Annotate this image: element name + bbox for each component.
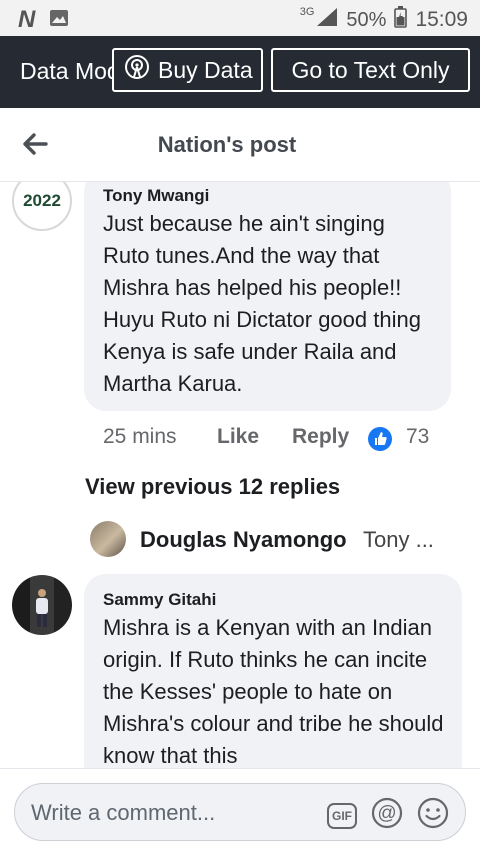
signal-icon <box>316 7 338 33</box>
like-button[interactable]: Like <box>217 425 259 449</box>
comment-text: Mishra is a Kenyan with an Indian origin… <box>103 615 444 768</box>
view-previous-replies-link[interactable]: View previous 12 replies <box>85 474 340 500</box>
battery-icon <box>394 6 408 34</box>
image-notification-icon <box>49 9 69 32</box>
reply-author[interactable]: Douglas Nyamongo <box>140 527 347 553</box>
buy-data-label: Buy Data <box>158 56 253 83</box>
broadcast-icon <box>124 54 158 86</box>
data-mode-bar: Data Mode Buy Data Go to Text Only <box>0 36 480 108</box>
avatar[interactable] <box>90 521 126 557</box>
clock: 15:09 <box>415 8 468 31</box>
comment-placeholder: Write a comment... <box>31 800 216 825</box>
comment-composer: Write a comment... GIF @ <box>0 768 480 855</box>
reply-snippet: Tony ... <box>363 527 434 552</box>
avatar[interactable]: 2022 <box>12 182 72 231</box>
comment-author[interactable]: Tony Mwangi <box>103 186 209 206</box>
thumbs-up-icon <box>368 427 392 451</box>
comment-author[interactable]: Sammy Gitahi <box>103 590 216 610</box>
network-type: 3G <box>299 6 315 18</box>
post-header: Nation's post <box>0 108 480 182</box>
text-only-button[interactable]: Go to Text Only <box>271 48 470 92</box>
reply-button[interactable]: Reply <box>292 425 349 449</box>
comment-time: 25 mins <box>103 425 177 448</box>
comment-bubble[interactable]: Tony Mwangi Just because he ain't singin… <box>84 182 451 411</box>
reply-preview[interactable]: Douglas Nyamongo Tony ... <box>90 521 470 559</box>
reaction-count[interactable]: 73 <box>406 425 429 449</box>
gif-icon[interactable]: GIF <box>327 802 357 829</box>
battery-percent: 50% <box>346 8 387 31</box>
status-bar: N 3G 50% 15:09 <box>0 0 480 36</box>
avatar[interactable] <box>12 575 72 635</box>
comment-input[interactable]: Write a comment... GIF @ <box>14 783 466 841</box>
text-only-label: Go to Text Only <box>291 56 450 83</box>
buy-data-button[interactable]: Buy Data <box>112 48 263 92</box>
page-title: Nation's post <box>157 132 297 157</box>
data-mode-label: Data Mode <box>20 58 112 84</box>
comments-feed[interactable]: 2022 Tony Mwangi Just because he ain't s… <box>0 182 480 768</box>
svg-text:@: @ <box>377 803 396 824</box>
mention-icon[interactable]: @ <box>371 797 403 834</box>
avatar-text: 2022 <box>23 191 61 210</box>
emoji-icon[interactable] <box>417 797 449 834</box>
person-silhouette-icon <box>36 589 48 627</box>
comment-bubble[interactable]: Sammy Gitahi Mishra is a Kenyan with an … <box>84 574 462 768</box>
comment-text: Just because he ain't singing Ruto tunes… <box>103 211 421 396</box>
n-notification-icon: N <box>18 6 36 33</box>
